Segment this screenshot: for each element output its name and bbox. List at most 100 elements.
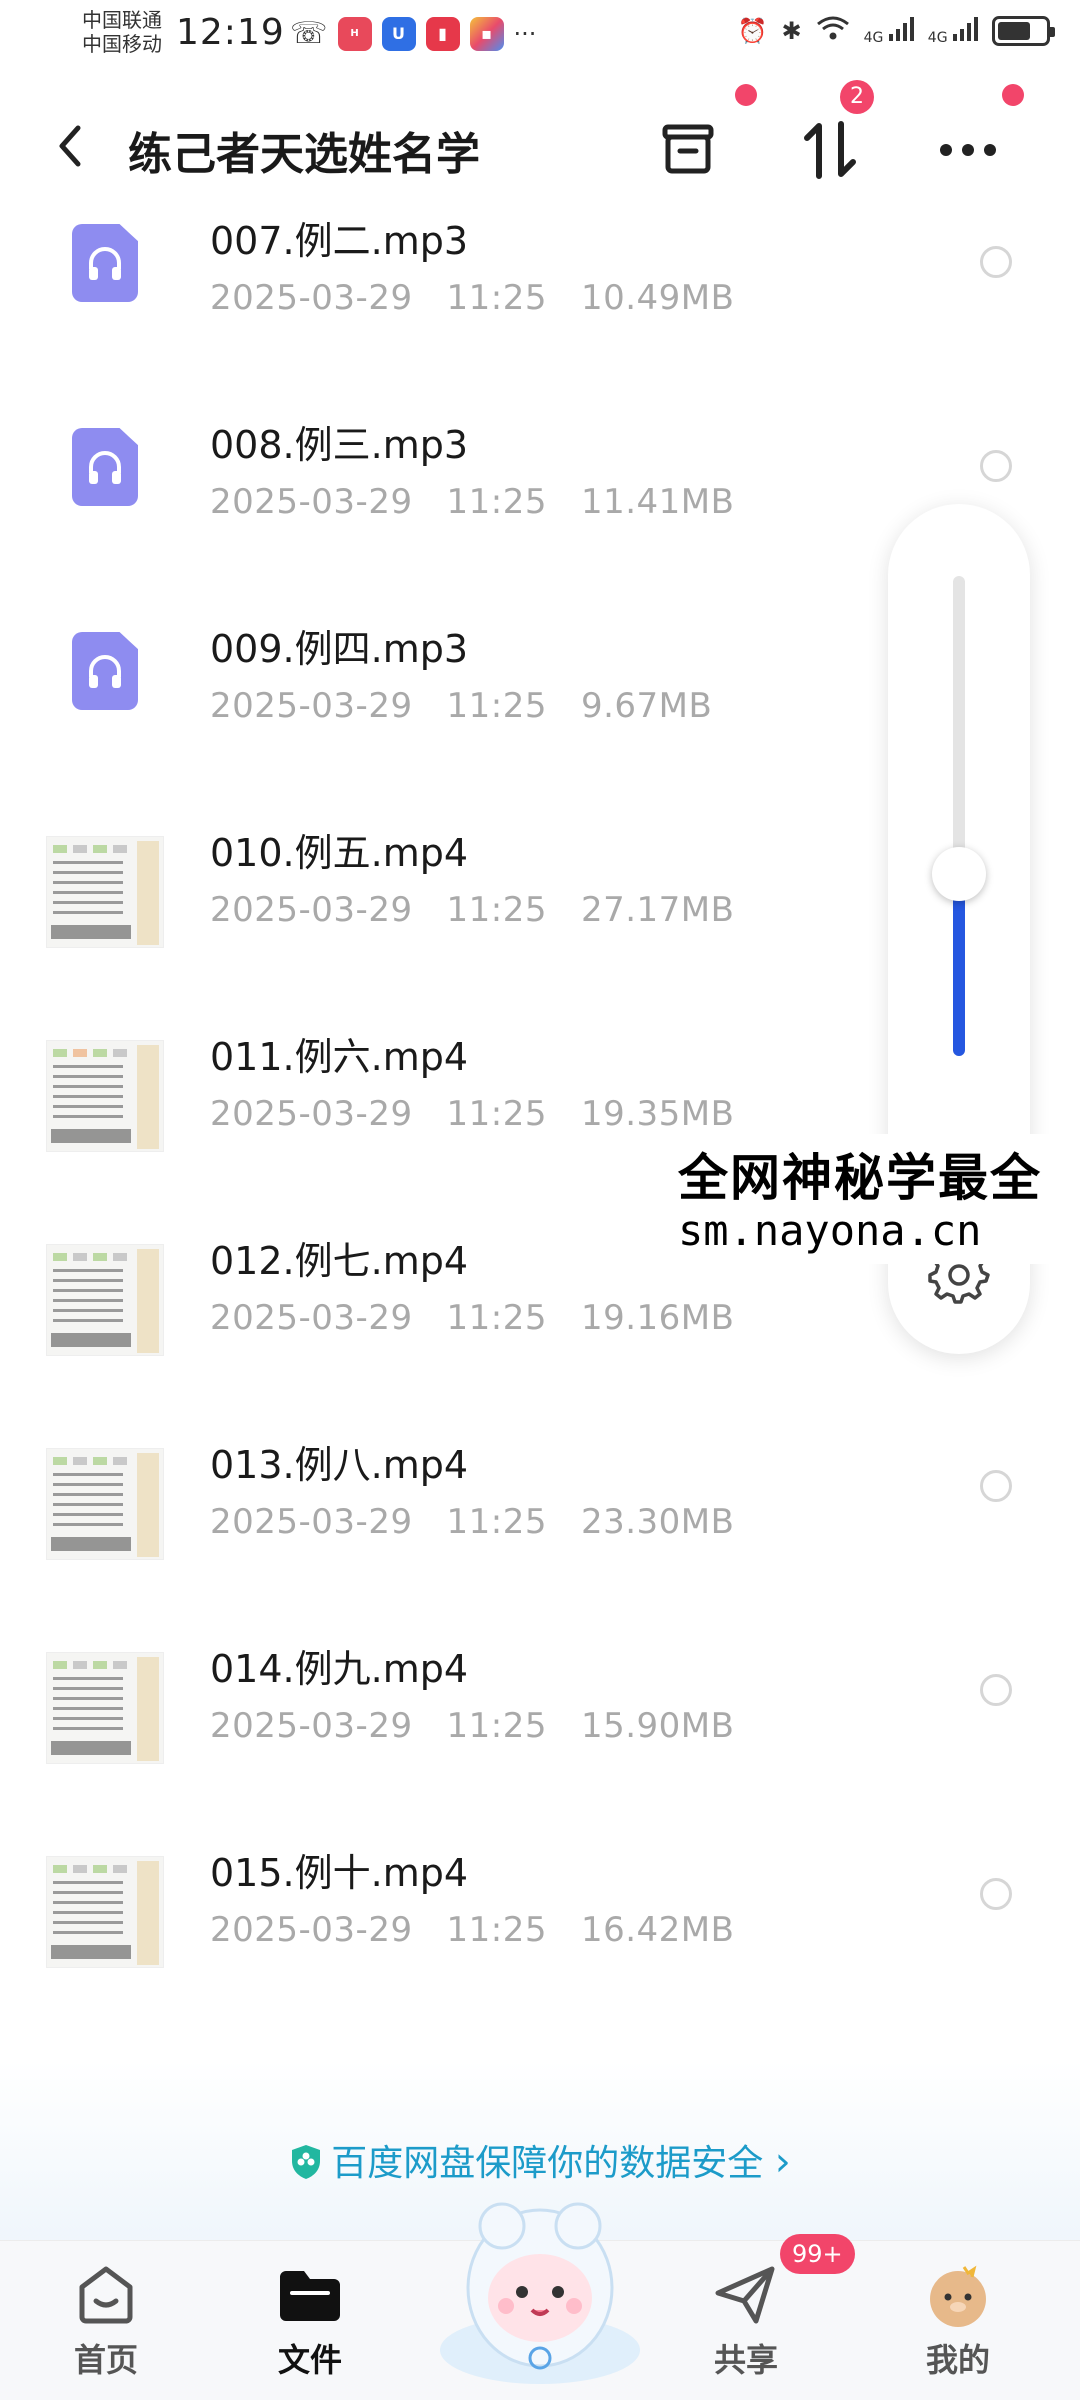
carrier-2: 中国移动 bbox=[82, 32, 162, 56]
select-radio[interactable] bbox=[980, 1470, 1012, 1502]
nav-mine-label: 我的 bbox=[925, 2341, 990, 2379]
file-time: 11:25 bbox=[446, 1706, 548, 1746]
file-time: 11:25 bbox=[446, 1502, 548, 1542]
file-name: 014.例九.mp4 bbox=[210, 1647, 469, 1691]
file-row[interactable]: 014.例九.mp4 2025-03-29 11:25 15.90MB bbox=[0, 1618, 1080, 1822]
alarm-icon: ⏰ bbox=[737, 17, 768, 45]
nav-files-label: 文件 bbox=[277, 2341, 342, 2379]
notification-dot bbox=[1002, 84, 1024, 106]
file-name: 010.例五.mp4 bbox=[210, 831, 469, 875]
select-radio[interactable] bbox=[980, 450, 1012, 482]
home-icon bbox=[72, 2261, 140, 2329]
archive-box-icon bbox=[662, 124, 714, 174]
bluetooth-icon: ✱ bbox=[781, 17, 802, 45]
video-thumbnail bbox=[46, 1448, 164, 1560]
file-date: 2025-03-29 bbox=[210, 1706, 413, 1746]
file-meta: 2025-03-29 11:25 27.17MB bbox=[210, 890, 734, 930]
more-options-button[interactable] bbox=[928, 110, 1008, 190]
palette-app-icon: ▪ bbox=[469, 16, 504, 51]
file-date: 2025-03-29 bbox=[210, 278, 413, 318]
file-size: 23.30MB bbox=[580, 1502, 735, 1542]
file-size: 19.16MB bbox=[580, 1298, 735, 1338]
file-row[interactable]: 007.例二.mp3 2025-03-29 11:25 10.49MB bbox=[0, 190, 1080, 394]
volume-slider-fill bbox=[953, 873, 965, 1056]
file-time: 11:25 bbox=[446, 890, 548, 930]
book-app-icon: ▮ bbox=[425, 16, 460, 51]
file-name: 011.例六.mp4 bbox=[210, 1035, 469, 1079]
battery-icon bbox=[992, 16, 1055, 46]
nav-home-label: 首页 bbox=[73, 2341, 138, 2379]
file-name: 012.例七.mp4 bbox=[210, 1239, 469, 1283]
recycle-bin-button[interactable] bbox=[648, 110, 728, 190]
signal-icon-1: 4G bbox=[864, 16, 914, 46]
video-thumbnail bbox=[46, 836, 164, 948]
file-row[interactable]: 013.例八.mp4 2025-03-29 11:25 23.30MB bbox=[0, 1414, 1080, 1618]
file-meta: 2025-03-29 11:25 10.49MB bbox=[210, 278, 734, 318]
select-radio[interactable] bbox=[980, 246, 1012, 278]
transfer-count-badge: 2 bbox=[840, 80, 874, 114]
up-down-arrows-icon bbox=[804, 121, 856, 179]
paper-plane-icon bbox=[712, 2261, 780, 2329]
file-name: 013.例八.mp4 bbox=[210, 1443, 469, 1487]
select-radio[interactable] bbox=[980, 1878, 1012, 1910]
security-banner-content: 百度网盘保障你的数据安全 › bbox=[0, 2134, 1080, 2186]
file-time: 11:25 bbox=[446, 1298, 548, 1338]
select-radio[interactable] bbox=[980, 1674, 1012, 1706]
file-date: 2025-03-29 bbox=[210, 1910, 413, 1950]
carrier-1: 中国联通 bbox=[82, 8, 162, 32]
nav-files[interactable]: 文件 bbox=[230, 2261, 390, 2391]
signal-label-1: 4G bbox=[863, 30, 884, 46]
volume-slider-handle[interactable] bbox=[932, 846, 986, 901]
file-date: 2025-03-29 bbox=[210, 1094, 413, 1134]
file-size: 15.90MB bbox=[580, 1706, 735, 1746]
watermark-line-2: sm.nayona.cn bbox=[678, 1206, 982, 1255]
file-time: 11:25 bbox=[446, 1910, 548, 1950]
notification-dot bbox=[735, 84, 757, 106]
file-date: 2025-03-29 bbox=[210, 1502, 413, 1542]
file-name: 007.例二.mp3 bbox=[210, 219, 469, 263]
nav-share[interactable]: 共享 bbox=[666, 2261, 826, 2391]
status-system-icons: ⏰ ✱ 4G 4G bbox=[737, 14, 1055, 48]
file-meta: 2025-03-29 11:25 16.42MB bbox=[210, 1910, 734, 1950]
file-meta: 2025-03-29 11:25 23.30MB bbox=[210, 1502, 734, 1542]
page-title: 练己者天选姓名学 bbox=[128, 129, 480, 180]
video-thumbnail bbox=[46, 1244, 164, 1356]
signal-icon-2: 4G bbox=[928, 16, 978, 46]
back-button[interactable] bbox=[50, 118, 90, 174]
mascot-assistant-button[interactable] bbox=[432, 2180, 648, 2390]
file-date: 2025-03-29 bbox=[210, 890, 413, 930]
file-size: 27.17MB bbox=[580, 890, 735, 930]
file-time: 11:25 bbox=[446, 1094, 548, 1134]
document-thumbnail-icon bbox=[51, 1453, 159, 1557]
status-time: 12:19 bbox=[176, 12, 285, 53]
chevron-right-icon: › bbox=[774, 2139, 791, 2185]
shield-app-icon: U bbox=[381, 16, 416, 51]
file-meta: 2025-03-29 11:25 19.16MB bbox=[210, 1298, 734, 1338]
file-time: 11:25 bbox=[446, 482, 548, 522]
security-banner-text: 百度网盘保障你的数据安全 bbox=[331, 2143, 764, 2184]
more-notifications-icon: ··· bbox=[513, 19, 537, 48]
folder-icon bbox=[276, 2261, 344, 2329]
file-row[interactable]: 015.例十.mp4 2025-03-29 11:25 16.42MB bbox=[0, 1822, 1080, 2026]
nav-mine[interactable]: 我的 bbox=[878, 2261, 1038, 2391]
file-size: 16.42MB bbox=[580, 1910, 735, 1950]
shield-icon bbox=[292, 2145, 321, 2179]
file-meta: 2025-03-29 11:25 19.35MB bbox=[210, 1094, 734, 1134]
carrier-info: 中国联通 中国移动 bbox=[82, 8, 162, 56]
file-meta: 2025-03-29 11:25 11.41MB bbox=[210, 482, 734, 522]
status-app-icons: ☏ H U ▮ ▪ ··· bbox=[290, 16, 536, 51]
file-date: 2025-03-29 bbox=[210, 1298, 413, 1338]
file-time: 11:25 bbox=[446, 278, 548, 318]
chevron-left-icon bbox=[59, 125, 81, 167]
nav-home[interactable]: 首页 bbox=[26, 2261, 186, 2391]
audio-file-icon bbox=[72, 224, 138, 302]
wifi-icon bbox=[816, 14, 850, 48]
more-dots-icon bbox=[940, 144, 996, 156]
file-size: 19.35MB bbox=[580, 1094, 735, 1134]
file-size: 10.49MB bbox=[580, 278, 735, 318]
share-count-badge: 99+ bbox=[780, 2234, 855, 2274]
transfer-button[interactable] bbox=[790, 110, 870, 190]
file-meta: 2025-03-29 11:25 9.67MB bbox=[210, 686, 712, 726]
mascot-icon bbox=[440, 2202, 640, 2384]
file-date: 2025-03-29 bbox=[210, 686, 413, 726]
